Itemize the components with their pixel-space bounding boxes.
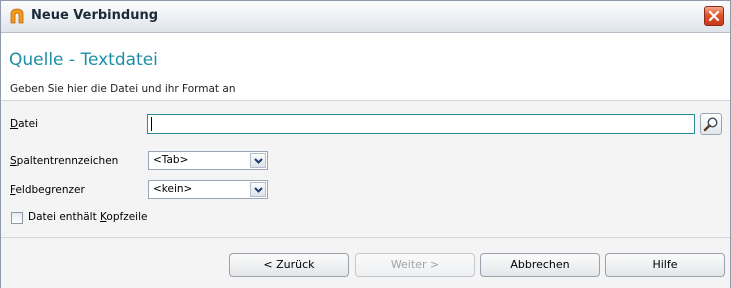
file-label-rest: atei: [18, 118, 39, 130]
field-delimiter-select[interactable]: <kein>: [148, 180, 268, 199]
app-icon: [9, 8, 25, 24]
page-header: Quelle - Textdatei Geben Sie hier die Da…: [1, 33, 730, 101]
title-bar[interactable]: Neue Verbindung: [1, 1, 730, 33]
back-button[interactable]: < Zurück: [229, 253, 349, 277]
search-icon: [703, 117, 718, 132]
column-separator-select[interactable]: <Tab>: [148, 151, 268, 170]
next-button[interactable]: Weiter >: [355, 253, 475, 277]
text-caret: [151, 117, 152, 131]
close-button[interactable]: [704, 6, 724, 26]
field-delimiter-value: <kein>: [153, 183, 193, 195]
chevron-down-icon: [254, 158, 263, 164]
help-button[interactable]: Hilfe: [605, 253, 725, 277]
close-icon: [708, 10, 720, 22]
field-delimiter-dropdown[interactable]: [250, 182, 266, 197]
page-title: Quelle - Textdatei: [9, 50, 158, 70]
file-label-mnemonic: D: [10, 118, 19, 130]
file-input[interactable]: [147, 114, 695, 134]
column-separator-label-rest: paltentrennzeichen: [16, 155, 119, 167]
column-separator-label: Spaltentrennzeichen: [10, 155, 118, 167]
header-row-label[interactable]: Datei enthält Kopfzeile: [28, 211, 147, 223]
dialog-window: Neue Verbindung Quelle - Textdatei Geben…: [0, 0, 731, 288]
header-row-checkbox[interactable]: [11, 212, 23, 224]
page-subtitle: Geben Sie hier die Datei und ihr Format …: [10, 83, 236, 95]
column-separator-dropdown[interactable]: [250, 153, 266, 168]
file-label: Datei: [10, 118, 38, 130]
window-title: Neue Verbindung: [31, 8, 159, 23]
chevron-down-icon: [254, 187, 263, 193]
field-delimiter-label: Feldbegrenzer: [10, 184, 85, 196]
column-separator-value: <Tab>: [153, 154, 189, 166]
cancel-button[interactable]: Abbrechen: [480, 253, 600, 277]
header-row-label-before: Datei enthält: [28, 211, 101, 223]
header-row-label-after: opfzeile: [106, 211, 148, 223]
column-separator-mnemonic: S: [10, 155, 17, 167]
browse-button[interactable]: [700, 113, 722, 135]
field-delimiter-label-rest: eldbegrenzer: [15, 184, 85, 196]
